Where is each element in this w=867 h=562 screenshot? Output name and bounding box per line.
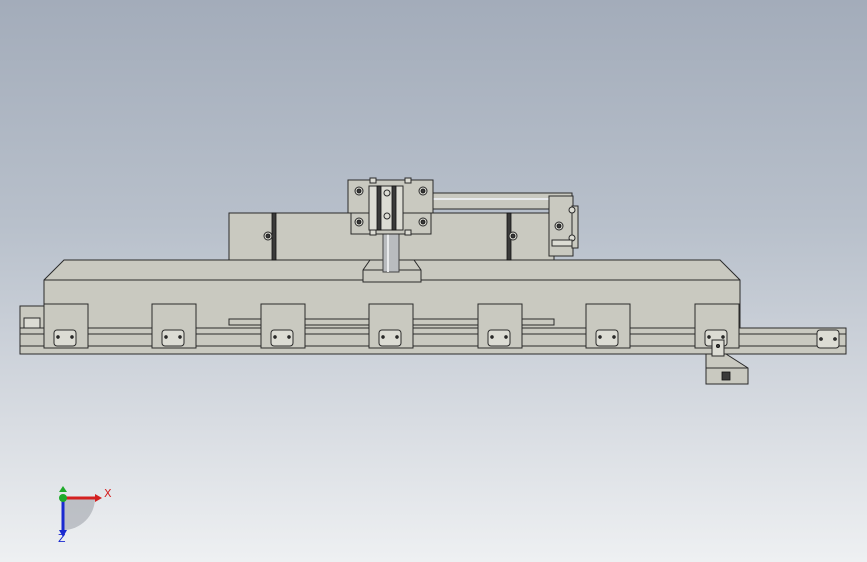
orientation-triad: X Z <box>58 486 112 545</box>
carriage-5 <box>477 303 523 349</box>
top-mount-block <box>347 177 434 236</box>
cad-viewport[interactable]: X Z <box>0 0 867 562</box>
piston-rod <box>382 227 400 273</box>
carriage-3 <box>260 303 306 349</box>
y-axis-dot <box>59 494 67 502</box>
carriage-4 <box>368 303 414 349</box>
assembly-drawing: X Z <box>19 177 847 545</box>
rail-end-block-left <box>23 317 41 329</box>
carriage-2 <box>151 303 197 349</box>
carriage-6 <box>585 303 631 349</box>
z-axis-label: Z <box>58 532 66 545</box>
carriage-1 <box>43 303 89 349</box>
y-axis-arrow-head <box>59 486 67 492</box>
x-axis-arrow-head <box>95 494 102 502</box>
triad-shadow <box>63 498 95 530</box>
cylinder-band-left <box>271 212 277 261</box>
x-axis-label: X <box>104 487 112 500</box>
